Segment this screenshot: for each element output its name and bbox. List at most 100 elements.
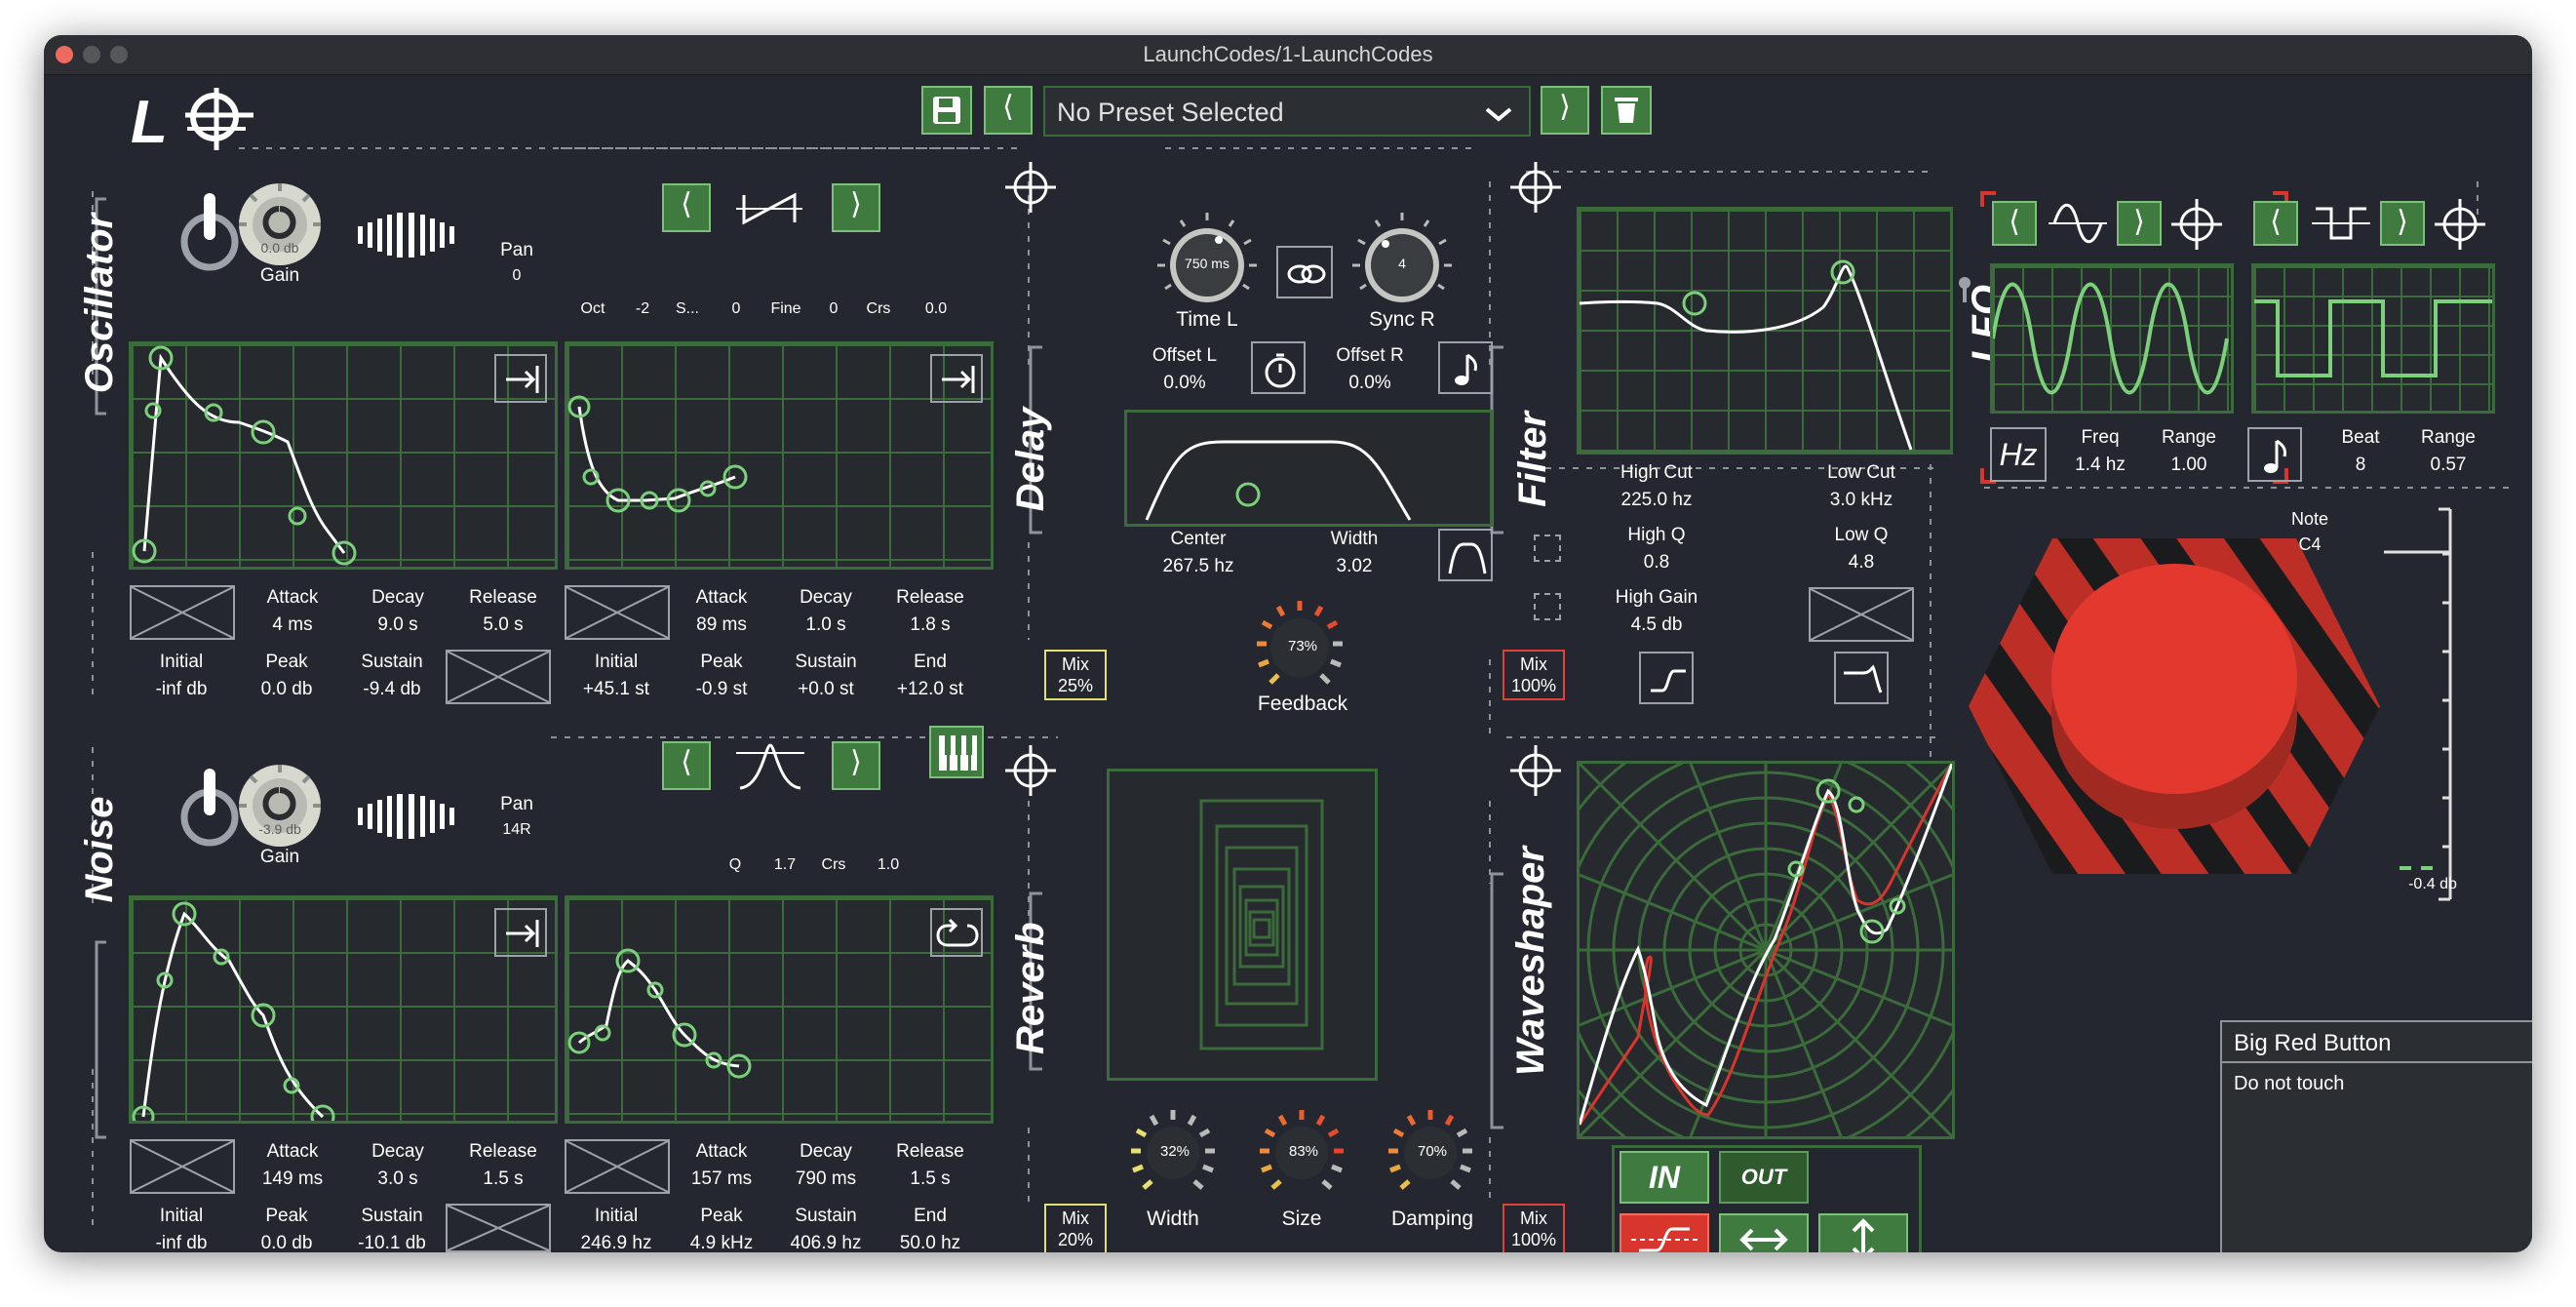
oscillator-wave-next-button[interactable]: ⟩: [832, 183, 880, 232]
waveshaper-vertical-button[interactable]: [1818, 1213, 1908, 1252]
delay-mix-control[interactable]: Mix 25%: [1044, 650, 1107, 700]
envelope-mode-button[interactable]: [494, 908, 547, 957]
pitch-end-value[interactable]: +12.0 st: [886, 679, 974, 700]
lfo2-shape-next-button[interactable]: ⟩: [2380, 201, 2425, 246]
low-cut-value[interactable]: 3.0 kHz: [1803, 490, 1920, 511]
envelope-loop-button[interactable]: [930, 908, 983, 957]
offset-l-value[interactable]: 0.0%: [1136, 373, 1233, 394]
oscillator-amp-envelope-graph[interactable]: [129, 341, 558, 570]
filter-link-top-icon[interactable]: [1534, 535, 1561, 562]
amp-env-link-toggle[interactable]: [130, 585, 235, 640]
noise-gain-knob[interactable]: [235, 761, 325, 851]
pitch-peak-value[interactable]: -0.9 st: [678, 679, 765, 700]
filter-mix-control[interactable]: Mix 100%: [1503, 650, 1565, 700]
reverb-mix-control[interactable]: Mix 20%: [1044, 1204, 1107, 1252]
osc-amp-peak-value[interactable]: 0.0 db: [243, 679, 331, 700]
noise-amp-peak-value[interactable]: 0.0 db: [243, 1233, 331, 1252]
lfo1-shape-next-button[interactable]: ⟩: [2117, 201, 2162, 246]
noise-amp-end-toggle[interactable]: [446, 1204, 551, 1252]
delay-center-value[interactable]: 267.5 hz: [1150, 556, 1247, 577]
lfo2-beat-value[interactable]: 8: [2322, 455, 2400, 476]
lfo1-freq-value[interactable]: 1.4 hz: [2056, 455, 2144, 476]
waveshaper-mix-control[interactable]: Mix 100%: [1503, 1204, 1565, 1252]
lfo1-range-value[interactable]: 1.00: [2150, 455, 2228, 476]
envelope-mode-button[interactable]: [930, 354, 983, 403]
semi-value[interactable]: 0: [717, 300, 756, 318]
noise-amp-decay-value[interactable]: 3.0 s: [354, 1168, 442, 1190]
oscillator-wave-prev-button[interactable]: ⟨: [662, 183, 711, 232]
noise-filter-next-button[interactable]: ⟩: [832, 741, 880, 790]
noise-amp-release-value[interactable]: 1.5 s: [459, 1168, 547, 1190]
fine-value[interactable]: 0: [814, 300, 853, 318]
filter-env-end-value[interactable]: 50.0 hz: [886, 1233, 974, 1252]
lfo2-shape-prev-button[interactable]: ⟨: [2253, 201, 2298, 246]
oct-value[interactable]: -2: [623, 300, 662, 318]
delay-crosshair-icon[interactable]: [1003, 160, 1058, 215]
filter-link-bottom-icon[interactable]: [1534, 593, 1561, 620]
pitch-initial-value[interactable]: +45.1 st: [572, 679, 660, 700]
lfo1-hz-mode-button[interactable]: Hz: [1990, 427, 2047, 482]
noise-filter-envelope-graph[interactable]: [565, 895, 994, 1124]
waveshaper-crosshair-icon[interactable]: [1508, 743, 1563, 798]
delay-width-value[interactable]: 3.02: [1306, 556, 1403, 577]
oscillator-power-switch[interactable]: [180, 181, 239, 279]
oscillator-pitch-envelope-graph[interactable]: [565, 341, 994, 570]
noise-filter-prev-button[interactable]: ⟨: [662, 741, 711, 790]
pitch-decay-value[interactable]: 1.0 s: [782, 614, 870, 636]
filter-response-graph[interactable]: [1577, 207, 1953, 455]
waveshaper-horizontal-button[interactable]: [1719, 1213, 1809, 1252]
big-red-button[interactable]: [1955, 511, 2394, 931]
preset-selector[interactable]: No Preset Selected: [1043, 86, 1531, 137]
lfo-toggle-icon[interactable]: [1957, 275, 1972, 304]
waveshaper-out-button[interactable]: OUT: [1719, 1151, 1809, 1204]
delete-preset-button[interactable]: [1601, 86, 1652, 135]
preset-prev-button[interactable]: ⟨: [984, 86, 1033, 135]
preset-next-button[interactable]: ⟩: [1541, 86, 1589, 135]
waveshaper-curve-mode-button[interactable]: [1620, 1213, 1709, 1252]
filter-env-initial-value[interactable]: 246.9 hz: [572, 1233, 660, 1252]
high-q-value[interactable]: 0.8: [1598, 552, 1715, 574]
offset-r-value[interactable]: 0.0%: [1321, 373, 1419, 394]
filter-env-peak-value[interactable]: 4.9 kHz: [678, 1233, 765, 1252]
filter-crosshair-icon[interactable]: [1508, 160, 1563, 215]
high-gain-value[interactable]: 4.5 db: [1598, 614, 1715, 636]
lfo2-crosshair-icon[interactable]: [2433, 197, 2487, 252]
noise-crs-value[interactable]: 1.0: [869, 856, 908, 874]
keyboard-tracking-button[interactable]: [929, 726, 984, 778]
noise-amp-initial-value[interactable]: -inf db: [137, 1233, 225, 1252]
osc-amp-sustain-value[interactable]: -9.4 db: [348, 679, 436, 700]
pitch-env-link-toggle[interactable]: [565, 585, 670, 640]
filter-env-decay-value[interactable]: 790 ms: [782, 1168, 870, 1190]
filter-env-attack-value[interactable]: 157 ms: [678, 1168, 765, 1190]
oscillator-pan-slider[interactable]: [354, 211, 471, 259]
amp-env-end-toggle[interactable]: [446, 650, 551, 704]
osc-amp-decay-value[interactable]: 9.0 s: [354, 614, 442, 636]
high-shelf-button[interactable]: [1639, 652, 1694, 704]
pitch-sustain-value[interactable]: +0.0 st: [782, 679, 870, 700]
low-pass-button[interactable]: [1834, 652, 1889, 704]
waveshaper-graph[interactable]: [1577, 761, 1955, 1139]
high-cut-value[interactable]: 225.0 hz: [1598, 490, 1715, 511]
crs-value[interactable]: 0.0: [912, 300, 960, 318]
filter-env-sustain-value[interactable]: 406.9 hz: [782, 1233, 870, 1252]
lfo2-range-value[interactable]: 0.57: [2409, 455, 2487, 476]
noise-q-value[interactable]: 1.7: [765, 856, 804, 874]
delay-filter-type-button[interactable]: [1438, 529, 1493, 581]
lfo1-shape-prev-button[interactable]: ⟨: [1992, 201, 2037, 246]
noise-pan-slider[interactable]: [354, 792, 471, 841]
noise-amp-sustain-value[interactable]: -10.1 db: [348, 1233, 436, 1252]
delay-link-button[interactable]: [1276, 246, 1333, 298]
lfo1-crosshair-icon[interactable]: [2169, 197, 2224, 252]
lfo2-sync-mode-button[interactable]: [2247, 427, 2302, 482]
filter-env-link-toggle[interactable]: [565, 1139, 670, 1194]
pitch-release-value[interactable]: 1.8 s: [886, 614, 974, 636]
pitch-attack-value[interactable]: 89 ms: [678, 614, 765, 636]
noise-amp-link-toggle[interactable]: [130, 1139, 235, 1194]
delay-time-mode-button[interactable]: [1251, 341, 1306, 394]
save-preset-button[interactable]: [921, 86, 972, 135]
noise-amp-attack-value[interactable]: 149 ms: [249, 1168, 336, 1190]
low-gain-disabled-toggle[interactable]: [1809, 587, 1914, 642]
reverb-crosshair-icon[interactable]: [1003, 743, 1058, 798]
delay-filter-display[interactable]: [1124, 410, 1493, 527]
delay-sync-mode-button[interactable]: [1438, 341, 1493, 394]
